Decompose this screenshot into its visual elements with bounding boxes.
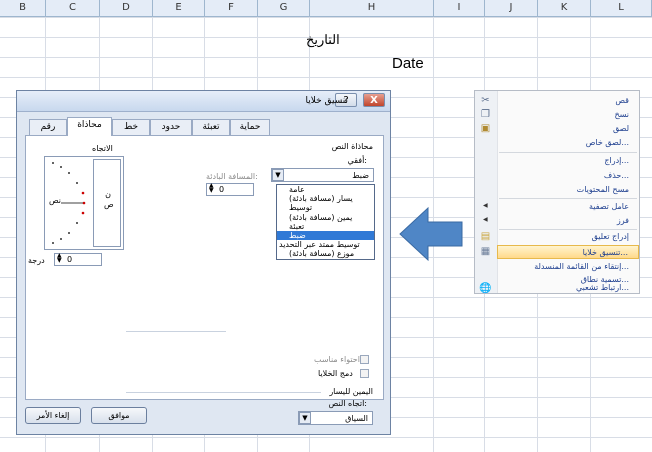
text-direction-value: السياق <box>345 414 368 423</box>
scissors-icon: ✂ <box>481 95 490 106</box>
menu-item-format-cells[interactable]: تنسيق خلايا... <box>497 245 639 259</box>
horizontal-dropdown-list[interactable]: عامة يسار (مسافة بادئة) توسيط يمين (مساف… <box>276 184 375 260</box>
format-cells-dialog: X ? تنسيق خلايا حماية تعبئة حدود خط محاذ… <box>16 90 391 435</box>
menu-separator <box>499 198 637 199</box>
chevron-down-icon[interactable]: ▼ <box>272 169 284 181</box>
dialog-title: تنسيق خلايا <box>305 96 348 106</box>
menu-item-paste[interactable]: لصق <box>497 122 639 136</box>
list-item[interactable]: موزع (مسافة بادئة) <box>277 249 374 258</box>
divider <box>126 392 321 393</box>
tab-fill[interactable]: تعبئة <box>192 119 230 135</box>
menu-separator <box>499 152 637 153</box>
column-header-b[interactable]: B <box>0 0 46 16</box>
column-header-c[interactable]: C <box>46 0 100 16</box>
menu-item-filter[interactable]: عامل تصفية <box>497 200 639 214</box>
menu-item-cut[interactable]: قص <box>497 94 639 108</box>
tab-border[interactable]: حدود <box>150 119 192 135</box>
column-header-f[interactable]: F <box>205 0 258 16</box>
ok-button[interactable]: موافق <box>91 407 147 424</box>
chevron-down-icon[interactable]: ▼ <box>299 412 311 424</box>
list-item[interactable]: توسيط ممتد عبر التحديد <box>277 240 374 249</box>
merge-cells-label: دمج الخلايا <box>318 369 353 378</box>
copy-icon: ❐ <box>481 109 490 120</box>
list-item[interactable]: يمين (مسافة بادئة) <box>277 213 374 222</box>
column-header-h[interactable]: H <box>310 0 434 16</box>
dialog-titlebar[interactable]: X ? تنسيق خلايا <box>17 91 390 112</box>
column-header-j[interactable]: J <box>485 0 538 16</box>
menu-item-paste-special[interactable]: لصق خاص... <box>497 136 639 150</box>
list-item[interactable]: يسار (مسافة بادئة) <box>277 194 374 203</box>
cell-arabic-date-title[interactable]: التاريخ <box>306 33 340 48</box>
column-header-g[interactable]: G <box>258 0 310 16</box>
cell-date-title[interactable]: Date <box>392 55 424 72</box>
column-header-l[interactable]: L <box>591 0 652 16</box>
tab-protection[interactable]: حماية <box>230 119 270 135</box>
menu-item-sort[interactable]: فرز <box>497 214 639 228</box>
menu-icon-column <box>475 91 498 293</box>
list-item[interactable]: توسيط <box>277 203 374 212</box>
horizontal-select[interactable]: ضبط <box>271 168 374 182</box>
cancel-button[interactable]: إلغاء الأمر <box>25 407 81 424</box>
submenu-arrow-icon: ◀ <box>483 216 488 223</box>
tab-font[interactable]: خط <box>112 119 150 135</box>
column-header-i[interactable]: I <box>434 0 485 16</box>
list-item[interactable]: عامة <box>277 185 374 194</box>
indent-value: 0 <box>219 185 225 194</box>
menu-item-clear-contents[interactable]: مسح المحتويات <box>497 183 639 197</box>
shrink-to-fit-checkbox[interactable] <box>360 355 369 364</box>
text-direction-label: اتجاه النص: <box>328 399 367 408</box>
orientation-text-label: نص <box>49 196 62 205</box>
column-header-k[interactable]: K <box>538 0 591 16</box>
orientation-label: الاتجاه <box>92 144 113 153</box>
alignment-panel: محاذاة النص أفقي: ضبط ▼ المسافة البادئة:… <box>25 135 384 425</box>
paste-icon: ▣ <box>480 123 491 134</box>
merge-cells-checkbox[interactable] <box>360 369 369 378</box>
shrink-to-fit-label: احتواء مناسب <box>314 355 360 364</box>
left-arrow-icon <box>399 206 463 262</box>
horizontal-label: أفقي: <box>347 156 367 165</box>
rtl-heading: اليمين لليسار <box>329 387 373 396</box>
column-header-e[interactable]: E <box>153 0 205 16</box>
vertical-text-label: ن ص <box>104 190 114 209</box>
degrees-value: 0 <box>67 255 73 264</box>
menu-item-insert-comment[interactable]: إدراج تعليق <box>497 230 639 244</box>
menu-item-hyperlink[interactable]: ارتباط تشعبي... <box>497 282 639 294</box>
menu-item-copy[interactable]: نسخ <box>497 108 639 122</box>
menu-item-delete[interactable]: حذف... <box>497 169 639 183</box>
degrees-spinner[interactable]: 0 ▲ ▼ <box>54 253 102 266</box>
close-button[interactable]: X <box>363 93 385 107</box>
menu-item-insert[interactable]: إدراج... <box>497 154 639 168</box>
spinner-arrows-icon[interactable]: ▲ ▼ <box>57 253 62 264</box>
menu-item-pick-from-list[interactable]: إنتقاء من القائمة المنسدلة... <box>497 260 639 274</box>
context-menu: ✂ قص ❐ نسخ ▣ لصق لصق خاص... إدراج... حذف… <box>474 90 640 294</box>
horizontal-select-value: ضبط <box>352 171 369 180</box>
spinner-arrows-icon[interactable]: ▲ ▼ <box>209 183 214 194</box>
tab-alignment[interactable]: محاذاة <box>67 117 112 136</box>
vertical-text-button[interactable]: ن ص <box>93 159 121 247</box>
text-alignment-heading: محاذاة النص <box>331 142 373 151</box>
indent-spinner[interactable]: 0 ▲ ▼ <box>206 183 254 196</box>
comment-icon: ▤ <box>480 231 491 242</box>
divider <box>126 331 226 332</box>
indent-label: المسافة البادئة: <box>206 172 258 181</box>
hyperlink-icon: 🌐 <box>479 283 492 294</box>
list-item-selected[interactable]: ضبط <box>277 230 374 241</box>
degrees-label: درجة <box>28 256 45 265</box>
orientation-box: ن ص نص <box>44 156 124 250</box>
list-item[interactable]: تعبئة <box>277 222 374 231</box>
column-header-d[interactable]: D <box>100 0 153 16</box>
submenu-arrow-icon: ◀ <box>483 202 488 209</box>
column-header-bar: B C D E F G H I J K L <box>0 0 652 17</box>
format-cells-icon: ▦ <box>480 246 491 257</box>
tab-number[interactable]: رقم <box>29 119 67 135</box>
